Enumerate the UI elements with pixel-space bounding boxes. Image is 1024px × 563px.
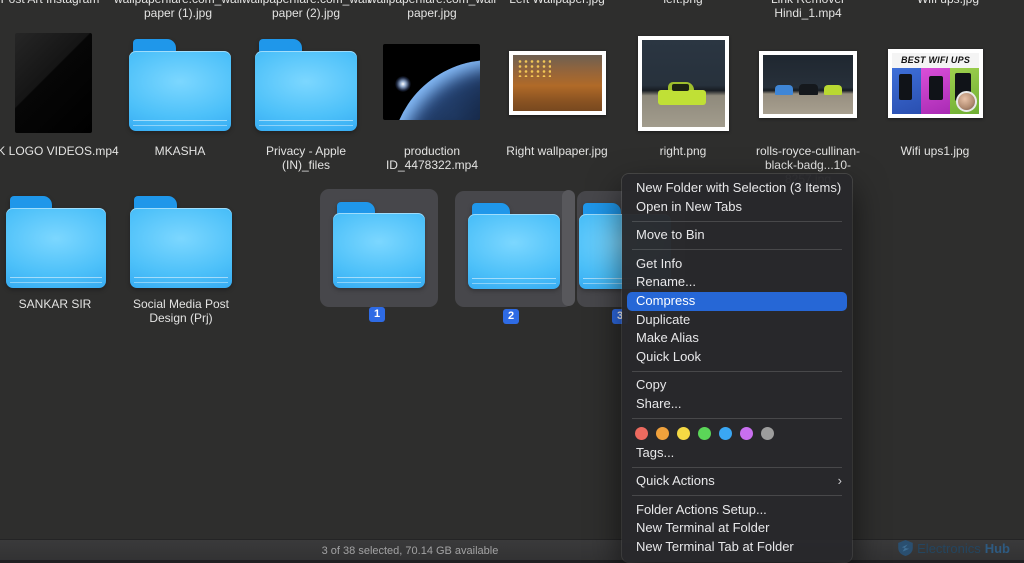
image-thumbnail-green-car[interactable] [638,36,729,131]
file-label[interactable]: wallpaperflare.com_wallpaper.jpg [366,0,498,20]
menu-item-move-to-bin[interactable]: Move to Bin [622,226,852,245]
selected-folder-2[interactable] [455,191,573,307]
file-label[interactable]: wallpaperflare.com_wallpaper (2).jpg [240,0,372,20]
file-label[interactable]: MK LOGO VIDEOS.mp4 [0,144,119,158]
watermark-suffix: Hub [985,541,1010,556]
menu-item-rename[interactable]: Rename... [622,273,852,292]
menu-separator [632,495,842,496]
folder-icon [333,202,425,288]
file-label[interactable]: left.png [617,0,749,6]
folder-icon[interactable] [255,39,357,131]
menu-item-folder-actions-setup[interactable]: Folder Actions Setup... [622,501,852,520]
selected-folder-3-edge [562,190,575,306]
file-label[interactable]: productionID_4478322.mp4 [366,144,498,172]
menu-item-make-alias[interactable]: Make Alias [622,329,852,348]
menu-item-new-terminal-tab-at-folder[interactable]: New Terminal Tab at Folder [622,538,852,557]
menu-item-new-terminal-at-folder[interactable]: New Terminal at Folder [622,519,852,538]
menu-item-open-in-new-tabs[interactable]: Open in New Tabs [622,198,852,217]
tag-color-dot[interactable] [677,427,690,440]
menu-item-new-folder-with-selection[interactable]: New Folder with Selection (3 Items) [622,179,852,198]
folder-icon[interactable] [6,196,106,288]
video-file-icon[interactable] [15,33,92,133]
tag-color-dot[interactable] [635,427,648,440]
file-label[interactable]: Social Media PostDesign (Prj) [115,297,247,325]
file-label[interactable]: Link RemoverHindi_1.mp4 [742,0,874,20]
selected-folder-1[interactable] [320,189,438,307]
tag-color-dot[interactable] [740,427,753,440]
image-thumbnail-orange-wallpaper[interactable] [509,51,606,115]
file-label[interactable]: SANKAR SIR [0,297,121,311]
menu-separator [632,418,842,419]
menu-item-share[interactable]: Share... [622,395,852,414]
file-label[interactable]: MKASHA [114,144,246,158]
folder-icon[interactable] [130,196,232,288]
tag-color-dot[interactable] [698,427,711,440]
file-label[interactable]: right.png [617,144,749,158]
tag-color-row [622,424,852,444]
status-text: 3 of 38 selected, 70.14 GB available [295,545,525,557]
menu-item-duplicate[interactable]: Duplicate [622,311,852,330]
selected-folder-name[interactable]: 1 [369,307,385,322]
menu-separator [632,221,842,222]
selected-folder-name[interactable]: 2 [503,309,519,324]
folder-icon [468,203,560,289]
menu-item-quick-look[interactable]: Quick Look [622,348,852,367]
menu-item-copy[interactable]: Copy [622,376,852,395]
context-menu: New Folder with Selection (3 Items) Open… [622,174,852,562]
file-label[interactable]: Left Wallpaper.jpg [491,0,623,6]
folder-icon[interactable] [129,39,231,131]
menu-item-quick-actions[interactable]: Quick Actions › [622,472,852,491]
file-label[interactable]: Wifi ups1.jpg [869,144,1001,158]
electronicshub-watermark: Electronics Hub [898,540,1010,556]
image-thumbnail-rolls-royce[interactable] [759,51,857,118]
avatar [956,91,977,112]
menu-separator [632,249,842,250]
watermark-brand: Electronics [917,541,981,556]
file-label[interactable]: wallpaperflare.com_wallpaper (1).jpg [112,0,244,20]
file-label[interactable]: Privacy - Apple(IN)_files [240,144,372,172]
submenu-chevron-icon: › [838,472,842,491]
menu-item-tags[interactable]: Tags... [622,444,852,463]
menu-item-get-info[interactable]: Get Info [622,255,852,274]
tag-color-dot[interactable] [656,427,669,440]
shield-icon [898,540,913,556]
video-thumbnail-earth[interactable] [383,44,480,120]
menu-separator [632,371,842,372]
menu-separator [632,467,842,468]
tag-color-dot[interactable] [719,427,732,440]
file-label[interactable]: Wifi ups.jpg [882,0,1014,6]
menu-item-compress[interactable]: Compress [627,292,847,311]
file-label[interactable]: Post Art Instagram [0,0,116,6]
thumbnail-banner-text: BEST WIFI UPS [892,53,979,68]
image-thumbnail-wifi-ups[interactable]: BEST WIFI UPS [888,49,983,118]
file-label[interactable]: Right wallpaper.jpg [491,144,623,158]
finder-window: Post Art Instagram wallpaperflare.com_wa… [0,0,1024,563]
tag-color-dot[interactable] [761,427,774,440]
